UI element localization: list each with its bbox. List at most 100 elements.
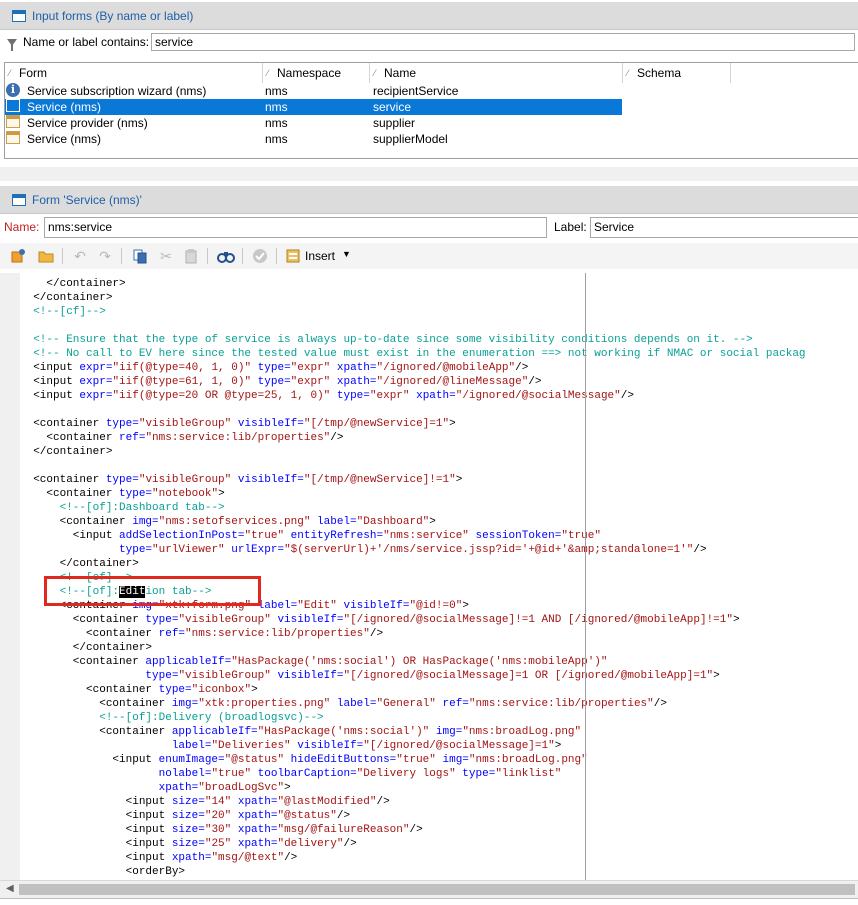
code-token: /> — [369, 628, 384, 640]
code-line[interactable]: label="Deliveries" visibleIf="[/ignored/… — [20, 739, 562, 753]
code-token: applicableIf= — [145, 656, 232, 668]
code-token: type= — [251, 376, 291, 388]
name-field[interactable]: nms:service — [44, 217, 547, 238]
code-line[interactable]: <container applicableIf="HasPackage('nms… — [20, 725, 581, 739]
check-icon[interactable] — [251, 247, 269, 265]
code-token: "nms:service:lib/properties" — [468, 698, 654, 710]
code-token: <orderBy> — [20, 866, 186, 878]
code-token: <input — [20, 852, 172, 864]
code-token: size= — [171, 838, 205, 850]
code-token: size= — [171, 796, 205, 808]
code-token: xpath= — [231, 824, 278, 836]
code-line[interactable]: <input expr="iif(@type=61, 1, 0)" type="… — [20, 375, 541, 389]
code-line[interactable]: type="visibleGroup" visibleIf="[/ignored… — [20, 669, 719, 683]
code-line[interactable]: <!--[of]:Delivery (broadlogsvc)--> — [20, 711, 323, 725]
column-header-name[interactable]: ⁄ Name — [370, 63, 623, 83]
code-token: toolbarCaption= — [251, 768, 357, 780]
find-icon[interactable] — [217, 247, 235, 265]
code-token: xpath= — [330, 376, 377, 388]
code-token: "14" — [204, 796, 232, 808]
code-token: "expr" — [290, 362, 331, 374]
code-line[interactable]: <container img="nms:setofservices.png" l… — [20, 515, 436, 529]
code-line[interactable]: </container> — [20, 291, 112, 305]
code-line[interactable]: <input addSelectionInPost="true" entityR… — [20, 529, 601, 543]
code-line[interactable]: <input xpath="msg/@text"/> — [20, 851, 298, 865]
code-line[interactable]: <input size="30" xpath="msg/@failureReas… — [20, 823, 423, 837]
code-line[interactable]: <input size="14" xpath="@lastModified"/> — [20, 795, 390, 809]
code-line[interactable]: type="urlViewer" urlExpr="$(serverUrl)+'… — [20, 543, 707, 557]
code-token: "[/ignored/@socialMessage]=1 OR [/ignore… — [343, 670, 714, 682]
new-icon[interactable] — [9, 247, 27, 265]
code-line[interactable]: <input expr="iif(@type=40, 1, 0)" type="… — [20, 361, 528, 375]
code-line[interactable]: <container type="visibleGroup" visibleIf… — [20, 613, 740, 627]
code-line[interactable]: </container> — [20, 277, 125, 291]
code-token: "iconbox" — [191, 684, 252, 696]
code-token: sessionToken= — [468, 530, 562, 542]
code-line[interactable]: <!-- No call to EV here since the tested… — [20, 347, 805, 361]
code-token: "visibleGroup" — [178, 670, 271, 682]
code-line[interactable]: <container ref="nms:service:lib/properti… — [20, 627, 383, 641]
code-line[interactable]: <input enumImage="@status" hideEditButto… — [20, 753, 588, 767]
redo-icon[interactable]: ↷ — [96, 247, 114, 265]
code-line[interactable]: <container type="visibleGroup" visibleIf… — [20, 473, 462, 487]
code-line[interactable]: <container type="notebook"> — [20, 487, 224, 501]
undo-icon[interactable]: ↶ — [71, 247, 89, 265]
column-header-form[interactable]: ⁄ Form — [5, 63, 263, 83]
scrollbar-thumb[interactable] — [19, 884, 855, 895]
code-token: type= — [251, 362, 291, 374]
code-line[interactable]: <container type="iconbox"> — [20, 683, 258, 697]
insert-icon[interactable] — [284, 247, 302, 265]
insert-menu-label[interactable]: Insert — [305, 249, 335, 263]
chevron-down-icon[interactable]: ▼ — [342, 249, 351, 259]
code-token: "@id!=0" — [409, 600, 463, 612]
code-line[interactable]: nolabel="true" toolbarCaption="Delivery … — [20, 767, 562, 781]
horizontal-scrollbar[interactable]: ◀ — [0, 880, 858, 898]
label-field[interactable]: Service — [590, 217, 858, 238]
code-token: "nms:broadLog.png" — [468, 754, 588, 766]
code-line[interactable]: <container type="visibleGroup" visibleIf… — [20, 417, 456, 431]
code-token: </container> — [20, 446, 113, 458]
code-line[interactable]: <container applicableIf="HasPackage('nms… — [20, 655, 608, 669]
code-line[interactable]: </container> — [20, 641, 152, 655]
table-row[interactable]: i Service subscription wizard (nms) nms … — [5, 83, 622, 99]
copy-icon[interactable] — [131, 247, 149, 265]
splitter[interactable] — [0, 167, 858, 181]
code-line[interactable]: <container ref="nms:service:lib/properti… — [20, 431, 343, 445]
column-header-namespace[interactable]: ⁄ Namespace — [263, 63, 370, 83]
row-form: Service (nms) — [27, 100, 102, 114]
window-icon — [12, 193, 26, 206]
code-line[interactable]: <input size="20" xpath="@status"/> — [20, 809, 350, 823]
row-namespace: nms — [265, 84, 288, 98]
code-line[interactable]: </container> — [20, 557, 139, 571]
table-row[interactable]: Service provider (nms) nms supplier — [5, 115, 622, 131]
scroll-left-icon[interactable]: ◀ — [6, 883, 14, 894]
code-token: "iif(@type=61, 1, 0)" — [112, 376, 252, 388]
code-token: label= — [310, 516, 357, 528]
code-token: entityRefresh= — [284, 530, 384, 542]
code-token: "Deliveries" — [211, 740, 291, 752]
code-line[interactable]: </container> — [20, 445, 112, 459]
code-token: xpath= — [171, 852, 212, 864]
code-line[interactable]: <orderBy> — [20, 865, 185, 879]
code-line[interactable]: <!--[of]:Dashboard tab--> — [20, 501, 225, 515]
code-token: ref= — [435, 698, 469, 710]
code-token: "msg/@failureReason" — [277, 824, 410, 836]
code-line[interactable]: <input size="25" xpath="delivery"/> — [20, 837, 357, 851]
code-line[interactable]: <input expr="iif(@type=20 OR @type=25, 1… — [20, 389, 634, 403]
table-row-selected[interactable]: Service (nms) nms service — [5, 99, 622, 115]
form-icon — [6, 131, 20, 144]
code-token: <container — [20, 698, 172, 710]
code-line[interactable]: <!-- Ensure that the type of service is … — [20, 333, 753, 347]
code-line[interactable]: <container img="xtk:properties.png" labe… — [20, 697, 667, 711]
open-folder-icon[interactable] — [37, 247, 55, 265]
code-token: enumImage= — [158, 754, 225, 766]
cut-icon[interactable]: ✂ — [157, 247, 175, 265]
code-line[interactable]: <!--[cf]--> — [20, 305, 106, 319]
code-line[interactable]: xpath="broadLogSvc"> — [20, 781, 291, 795]
label-label: Label: — [554, 220, 587, 234]
code-token: <container — [20, 418, 106, 430]
column-header-schema[interactable]: ⁄ Schema — [623, 63, 731, 83]
table-row[interactable]: Service (nms) nms supplierModel — [5, 131, 622, 147]
paste-icon[interactable] — [182, 247, 200, 265]
filter-input[interactable]: service — [151, 33, 855, 51]
